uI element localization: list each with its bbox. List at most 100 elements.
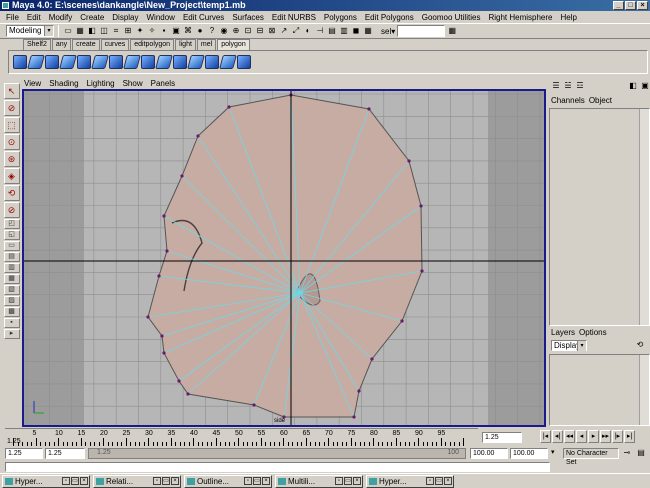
shelf-tab-mel[interactable]: mel bbox=[196, 39, 217, 50]
close-panel-icon[interactable]: ▣ bbox=[640, 81, 650, 91]
paint-select-icon[interactable]: ⬚ bbox=[3, 117, 20, 133]
toolbar-icon[interactable]: ? bbox=[207, 26, 217, 36]
layer-scrollbar[interactable] bbox=[639, 355, 649, 425]
new-layer-icon[interactable]: ⟲ bbox=[635, 340, 645, 350]
select-tool-icon[interactable]: ↖ bbox=[3, 83, 20, 99]
layout-single-icon[interactable]: ◰ bbox=[3, 219, 20, 229]
toolbar-icon[interactable]: ▤ bbox=[327, 26, 337, 36]
close-icon[interactable]: × bbox=[353, 477, 361, 485]
shelf-tab-curves[interactable]: curves bbox=[100, 39, 130, 50]
restore-icon[interactable]: ▫ bbox=[426, 477, 434, 485]
layout-blend-icon[interactable]: ▪ bbox=[3, 318, 20, 328]
toolbar-icon[interactable]: ▥ bbox=[339, 26, 349, 36]
lasso-tool-icon[interactable]: ⊘ bbox=[3, 100, 20, 116]
poly-append-icon[interactable] bbox=[141, 55, 155, 69]
menu-edit[interactable]: Edit bbox=[23, 13, 45, 22]
time-slider[interactable]: 5 10 15 20 25 30 35 40 45 50 55 60 65 70 75 80 85 90 95 1.2… bbox=[5, 428, 478, 446]
menu-set-dropdown[interactable]: Modeling ▾ bbox=[6, 25, 54, 37]
layout-hypergraph-icon[interactable]: ▦ bbox=[3, 274, 20, 284]
toolbar-icon[interactable]: ◉ bbox=[219, 26, 229, 36]
poly-separate-icon[interactable] bbox=[219, 55, 237, 69]
menu-polygons[interactable]: Polygons bbox=[320, 13, 361, 22]
toolbar-icon[interactable]: ▭ bbox=[63, 26, 73, 36]
toolbar-icon[interactable]: ⊡ bbox=[243, 26, 253, 36]
menu-help[interactable]: Help bbox=[556, 13, 580, 22]
poly-smooth-icon[interactable] bbox=[173, 55, 187, 69]
taskbar-item[interactable]: Outline... ▫ ▭ × bbox=[184, 475, 272, 488]
tool-layout-icon[interactable]: ☲ bbox=[575, 81, 585, 91]
last-tool-icon[interactable]: ⊘ bbox=[3, 202, 20, 218]
layout-graph-icon[interactable]: ▥ bbox=[3, 263, 20, 273]
panel-menu-lighting[interactable]: Lighting bbox=[87, 78, 115, 89]
range-slider[interactable]: 1.25 100 bbox=[88, 448, 466, 459]
panel-menu-show[interactable]: Show bbox=[123, 78, 143, 89]
toolbar-icon[interactable]: ● bbox=[195, 26, 205, 36]
toolbar-icon[interactable]: ⌘ bbox=[183, 26, 193, 36]
toolbar-icon[interactable]: ◐ bbox=[303, 26, 313, 36]
poly-plane-icon[interactable] bbox=[77, 55, 91, 69]
restore-icon[interactable]: ▫ bbox=[335, 477, 343, 485]
close-icon[interactable]: × bbox=[444, 477, 452, 485]
toolbar-icon[interactable]: ↗ bbox=[279, 26, 289, 36]
toolbar-icon[interactable]: ⊕ bbox=[231, 26, 241, 36]
toolbar-icon[interactable]: ▣ bbox=[171, 26, 181, 36]
maximize-icon[interactable]: ▭ bbox=[344, 477, 352, 485]
toolbar-icon[interactable]: ▦ bbox=[75, 26, 85, 36]
toolbar-icon[interactable]: ⊟ bbox=[255, 26, 265, 36]
go-to-start-icon[interactable]: |◂ bbox=[540, 430, 551, 443]
menu-modify[interactable]: Modify bbox=[45, 13, 77, 22]
layout-more-icon[interactable]: ▸ bbox=[3, 329, 20, 339]
channel-scrollbar[interactable] bbox=[639, 109, 649, 325]
taskbar-item[interactable]: Relati... ▫ ▭ × bbox=[93, 475, 181, 488]
playback-start-field[interactable]: 1.25 bbox=[45, 448, 85, 459]
menu-goomoo-utilities[interactable]: Goomoo Utilities bbox=[418, 13, 485, 22]
panel-menu-shading[interactable]: Shading bbox=[49, 78, 78, 89]
layout-render-icon[interactable]: ▧ bbox=[3, 285, 20, 295]
poly-mirror-icon[interactable] bbox=[237, 55, 251, 69]
layers-menu-layers[interactable]: Layers bbox=[551, 328, 575, 339]
layout-persp-icon[interactable]: ▭ bbox=[3, 241, 20, 251]
minimize-button[interactable]: _ bbox=[613, 1, 624, 10]
rotate-tool-icon[interactable]: ⊛ bbox=[3, 151, 20, 167]
menu-create[interactable]: Create bbox=[76, 13, 108, 22]
taskbar-item[interactable]: Multili... ▫ ▭ × bbox=[275, 475, 363, 488]
shelf-tab-polygon[interactable]: polygon bbox=[217, 39, 250, 50]
current-frame-field[interactable]: 1.25 bbox=[482, 432, 522, 443]
toolbar-icon[interactable]: ▦ bbox=[363, 26, 373, 36]
anim-prefs-icon[interactable]: ▤ bbox=[636, 448, 646, 458]
poly-cone-icon[interactable] bbox=[59, 55, 77, 69]
restore-icon[interactable]: ▫ bbox=[244, 477, 252, 485]
display-layer-dropdown[interactable]: Display ▾ bbox=[551, 340, 587, 351]
close-icon[interactable]: × bbox=[262, 477, 270, 485]
layers-menu-options[interactable]: Options bbox=[579, 328, 607, 339]
menu-surfaces[interactable]: Surfaces bbox=[228, 13, 268, 22]
step-forward-icon[interactable]: ▸▸ bbox=[600, 430, 611, 443]
selection-input[interactable] bbox=[397, 25, 446, 37]
poly-merge-icon[interactable] bbox=[155, 55, 173, 69]
shelf-tab-create[interactable]: create bbox=[72, 39, 100, 50]
maximize-icon[interactable]: ▭ bbox=[253, 477, 261, 485]
toolbar-icon[interactable]: ⤢ bbox=[291, 26, 301, 36]
taskbar-item[interactable]: Hyper... ▫ ▭ × bbox=[2, 475, 90, 488]
toolbar-icon[interactable]: ⊣ bbox=[315, 26, 325, 36]
menu-window[interactable]: Window bbox=[143, 13, 179, 22]
panel-menu-view[interactable]: View bbox=[24, 78, 41, 89]
step-back-icon[interactable]: ◂◂ bbox=[564, 430, 575, 443]
menu-display[interactable]: Display bbox=[108, 13, 142, 22]
end-time-field[interactable]: 100.00 bbox=[510, 448, 548, 459]
layer-editor[interactable] bbox=[549, 354, 650, 426]
manipulator-icon[interactable]: ⟲ bbox=[3, 185, 20, 201]
side-viewport[interactable]: side bbox=[22, 89, 546, 427]
play-backwards-icon[interactable]: ◂ bbox=[576, 430, 587, 443]
toolbar-icon[interactable]: ⌗ bbox=[111, 26, 121, 36]
shelf-tab-shelf2[interactable]: Shelf2 bbox=[23, 39, 51, 50]
maximize-icon[interactable]: ▭ bbox=[71, 477, 79, 485]
restore-icon[interactable]: ▫ bbox=[62, 477, 70, 485]
step-forward-key-icon[interactable]: |▸ bbox=[612, 430, 623, 443]
scale-tool-icon[interactable]: ◈ bbox=[3, 168, 20, 184]
menu-right-hemisphere[interactable]: Right Hemisphere bbox=[484, 13, 556, 22]
channel-box[interactable] bbox=[549, 108, 650, 326]
shelf-tab-editpolygon[interactable]: editpolygon bbox=[130, 39, 175, 50]
toolbar-icon[interactable]: ⊠ bbox=[267, 26, 277, 36]
maximize-button[interactable]: □ bbox=[625, 1, 636, 10]
